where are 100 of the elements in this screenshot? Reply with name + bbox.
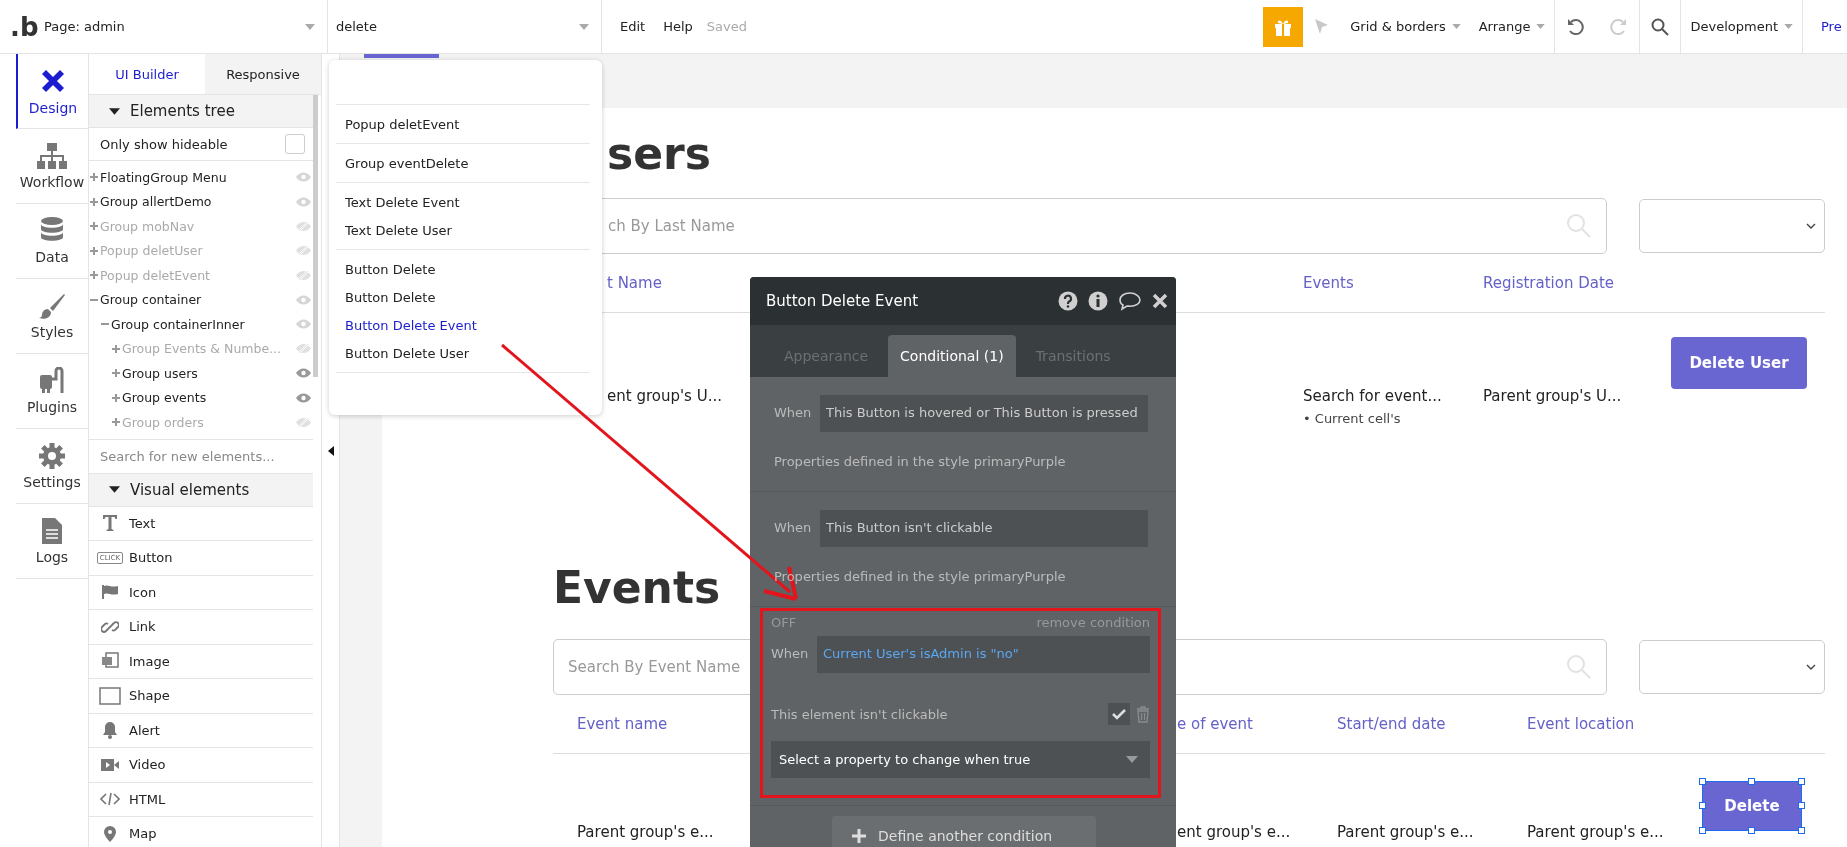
property-dropdown[interactable]: Select a property to change when true xyxy=(771,741,1150,778)
sidebar-tab[interactable]: Data xyxy=(16,204,88,279)
condition-expression[interactable]: This Button isn't clickable xyxy=(820,510,1148,547)
resize-handle[interactable] xyxy=(1699,802,1706,809)
column-header: Event location xyxy=(1527,715,1635,733)
palette-item[interactable]: HTML xyxy=(89,782,313,817)
environment-menu[interactable]: Development xyxy=(1690,19,1793,34)
scrollbar[interactable] xyxy=(313,95,318,377)
video-icon xyxy=(100,757,120,772)
help-icon[interactable] xyxy=(1058,291,1078,311)
comment-icon[interactable] xyxy=(1118,291,1142,311)
tree-item[interactable]: Group users xyxy=(89,361,313,386)
preview-link[interactable]: Pre xyxy=(1821,19,1847,34)
tree-item[interactable]: Group container xyxy=(89,287,313,312)
panel-tab[interactable]: Responsive xyxy=(205,54,321,94)
filter-dropdown[interactable] xyxy=(1639,640,1825,694)
expand-icon[interactable] xyxy=(112,344,120,353)
eye-icon[interactable] xyxy=(296,196,311,207)
delete-button[interactable]: Delete xyxy=(1703,782,1801,830)
grid-menu[interactable]: Grid & borders xyxy=(1350,19,1461,34)
text-icon xyxy=(102,514,118,533)
table-cell: Parent group's e... xyxy=(1527,823,1664,841)
caret-icon xyxy=(1536,24,1546,29)
column-header: Start/end date xyxy=(1337,715,1446,733)
resize-handle[interactable] xyxy=(1748,827,1755,834)
expand-icon[interactable] xyxy=(90,173,98,182)
expand-icon[interactable] xyxy=(112,418,120,427)
expand-icon[interactable] xyxy=(90,197,98,206)
checkbox[interactable] xyxy=(1108,703,1130,725)
sidebar-tab[interactable]: Logs xyxy=(16,504,88,579)
resize-handle[interactable] xyxy=(1798,827,1805,834)
menu-item[interactable]: Popup deletEvent xyxy=(336,110,590,138)
sidebar-tab[interactable]: Styles xyxy=(16,279,88,354)
arrange-menu[interactable]: Arrange xyxy=(1478,19,1546,34)
menu-item[interactable]: Button Delete xyxy=(336,283,590,311)
resize-handle[interactable] xyxy=(1798,778,1805,785)
menu-item[interactable]: Button Delete Event xyxy=(336,311,590,339)
eye-icon[interactable] xyxy=(296,172,311,183)
expand-icon[interactable] xyxy=(90,222,98,231)
expand-icon[interactable] xyxy=(90,246,98,255)
eye-icon[interactable] xyxy=(296,368,311,379)
sidebar-tab[interactable]: Plugins xyxy=(16,354,88,429)
element-search-field[interactable]: delete xyxy=(328,0,602,54)
search-icon[interactable] xyxy=(1651,17,1670,36)
expand-icon[interactable] xyxy=(90,271,98,280)
menu-item[interactable]: Help xyxy=(663,19,693,34)
trash-icon[interactable] xyxy=(1136,705,1150,723)
palette-item[interactable]: Map xyxy=(89,817,313,847)
palette-item[interactable]: Shape xyxy=(89,679,313,714)
add-condition-button[interactable]: Define another condition xyxy=(832,816,1096,847)
palette-item[interactable]: Text xyxy=(89,506,313,541)
logo[interactable]: .b xyxy=(0,11,36,42)
tree-item[interactable]: Group events xyxy=(89,385,313,410)
palette-item[interactable]: Image xyxy=(89,644,313,679)
section-header[interactable]: Visual elements xyxy=(89,473,313,507)
expand-icon[interactable] xyxy=(112,369,120,378)
filter-label: Only show hideable xyxy=(100,136,228,152)
menu-item[interactable]: Button Delete xyxy=(336,255,590,283)
sidebar-tab[interactable]: Workflow xyxy=(16,129,88,204)
gift-button[interactable] xyxy=(1263,6,1304,47)
tree-item[interactable]: Group containerInner xyxy=(89,312,313,337)
section-header[interactable]: Elements tree xyxy=(89,95,313,128)
rectangle-icon xyxy=(99,686,121,705)
resize-handle[interactable] xyxy=(1699,827,1706,834)
eye-icon[interactable] xyxy=(296,319,311,330)
panel-title: Button Delete Event xyxy=(766,292,920,310)
palette-item[interactable]: Link xyxy=(89,610,313,645)
resize-handle[interactable] xyxy=(1798,802,1805,809)
cell-note: • Current cell's xyxy=(1303,411,1401,426)
filter-dropdown[interactable] xyxy=(1639,199,1825,253)
menu-item[interactable]: Button Delete User xyxy=(336,339,590,367)
palette-item[interactable]: Icon xyxy=(89,575,313,610)
collapse-panel-icon[interactable] xyxy=(327,445,334,456)
undo-icon[interactable] xyxy=(1566,16,1587,37)
resize-handle[interactable] xyxy=(1699,778,1706,785)
menu-item[interactable]: Group eventDelete xyxy=(336,149,590,177)
condition-status: OFF xyxy=(771,615,797,630)
column-header: Events xyxy=(1303,274,1354,292)
table-cell: Search for event... xyxy=(1303,387,1442,405)
info-icon[interactable] xyxy=(1088,291,1108,311)
inspector-tab[interactable]: Conditional (1) xyxy=(888,335,1016,377)
image-icon xyxy=(101,652,119,671)
map-pin-icon xyxy=(103,824,117,843)
sidebar-tab[interactable]: Settings xyxy=(16,429,88,504)
delete-user-button[interactable]: Delete User xyxy=(1671,337,1807,389)
column-header: Event name xyxy=(577,715,668,733)
expand-icon[interactable] xyxy=(112,393,120,402)
table-cell: Parent group's e... xyxy=(577,823,714,841)
eye-icon[interactable] xyxy=(296,294,311,305)
condition-expression[interactable]: This Button is hovered or This Button is pressed xyxy=(820,395,1148,432)
eye-icon[interactable] xyxy=(296,392,311,403)
tree-item[interactable]: Group allertDemo xyxy=(89,189,313,214)
menu-item[interactable]: Edit xyxy=(620,19,646,34)
tree-item[interactable]: FloatingGroup Menu xyxy=(89,165,313,190)
palette-item[interactable]: Alert xyxy=(89,713,313,748)
redo-icon[interactable] xyxy=(1608,16,1629,37)
close-icon[interactable] xyxy=(1152,293,1168,309)
palette-item[interactable]: Video xyxy=(89,748,313,783)
resize-handle[interactable] xyxy=(1748,778,1755,785)
checkbox[interactable] xyxy=(285,134,305,154)
